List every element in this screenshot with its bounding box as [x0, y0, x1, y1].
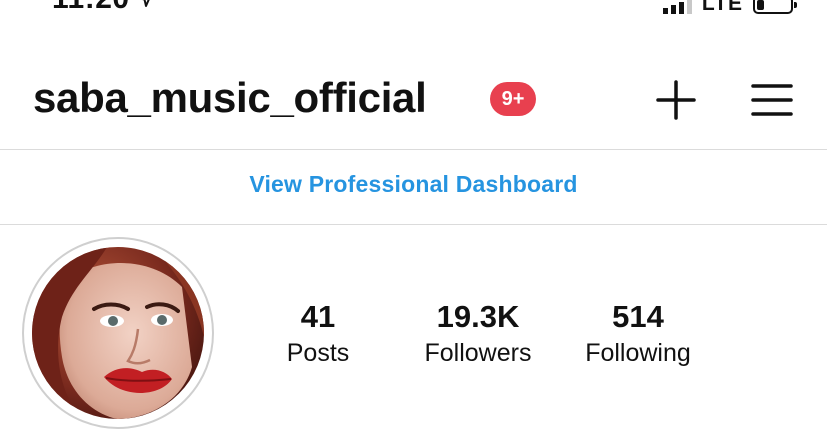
- status-time-text: 11:20: [52, 0, 130, 16]
- following-label: Following: [585, 339, 691, 367]
- following-count: 514: [612, 299, 664, 334]
- profile-header: saba_music_official 9+: [0, 72, 827, 130]
- posts-label: Posts: [286, 339, 350, 367]
- battery-icon: [753, 0, 797, 14]
- create-button[interactable]: [654, 78, 698, 122]
- network-type: LTE: [701, 0, 743, 15]
- username-title[interactable]: saba_music_official: [33, 74, 427, 122]
- professional-dashboard-link[interactable]: View Professional Dashboard: [0, 171, 827, 198]
- followers-stat[interactable]: 19.3K Followers: [408, 298, 548, 370]
- posts-count: 41: [300, 299, 336, 334]
- plus-icon: [656, 80, 696, 120]
- dashboard-divider: [0, 224, 827, 225]
- menu-button[interactable]: [750, 78, 794, 122]
- status-indicators: LTE: [662, 0, 797, 15]
- profile-avatar[interactable]: [22, 237, 214, 429]
- hamburger-menu-icon: [751, 84, 793, 116]
- followers-count: 19.3K: [436, 299, 520, 334]
- followers-label: Followers: [424, 339, 532, 367]
- location-arrow-icon: [141, 0, 150, 7]
- status-time: 11:20: [52, 0, 154, 16]
- posts-stat[interactable]: 41 Posts: [268, 298, 368, 370]
- following-stat[interactable]: 514 Following: [570, 298, 706, 370]
- signal-icon: [662, 0, 692, 14]
- header-divider: [0, 149, 827, 150]
- notification-badge[interactable]: 9+: [490, 82, 536, 116]
- avatar-photo: [32, 247, 204, 419]
